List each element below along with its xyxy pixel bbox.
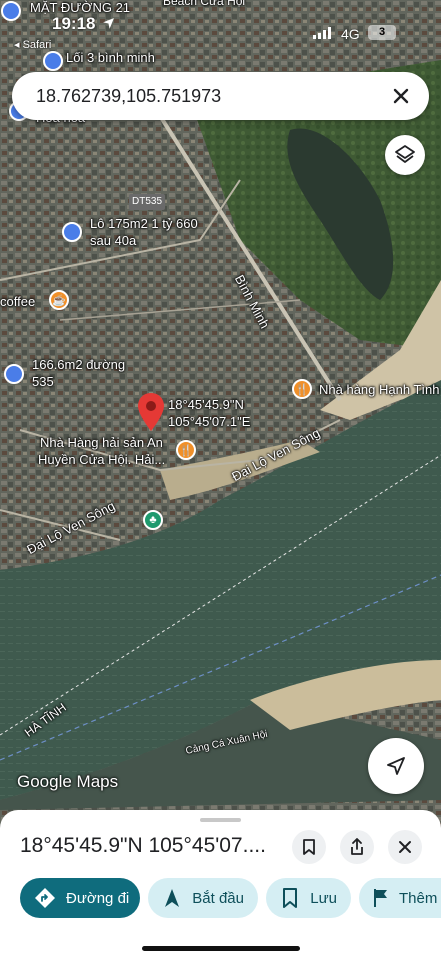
poi-label-lo175-line2[interactable]: sau 40a — [90, 233, 136, 249]
status-bar: 19:18 ◂ Safari 4G 3 — [0, 0, 441, 51]
poi-label-coffee[interactable]: coffee — [0, 294, 35, 310]
poi-label-166[interactable]: 166.6m2 đường — [32, 357, 125, 373]
coffee-cup-icon[interactable]: ☕ — [49, 290, 69, 310]
location-arrow-icon — [103, 18, 114, 29]
more-button[interactable]: Thêm — [359, 878, 441, 918]
drag-handle[interactable] — [200, 818, 241, 822]
place-bottom-sheet[interactable]: 18°45'45.9"N 105°45'07.... Đường đi Bắt … — [0, 810, 441, 960]
poi-label-nha-hang-hanh[interactable]: Nhà hàng Hạnh Tình — [319, 382, 439, 398]
pin-coord-lng: 105°45'07.1"E — [168, 414, 251, 429]
poi-label-nha-hang-an-line2[interactable]: Huyền Cửa Hội. Hải... — [38, 452, 165, 468]
signal-bars-icon — [313, 27, 333, 42]
road-label-dt535: DT535 — [129, 194, 166, 210]
place-title: 18°45'45.9"N 105°45'07.... — [20, 834, 266, 857]
poi-pin-icon[interactable] — [4, 364, 24, 384]
poi-pin-icon[interactable] — [62, 222, 82, 242]
google-maps-attribution: Google Maps — [17, 772, 119, 791]
pin-coord-lat: 18°45'45.9"N — [168, 397, 244, 412]
share-icon — [351, 838, 363, 855]
more-label: Thêm — [399, 889, 438, 907]
save-bookmark-button[interactable] — [292, 830, 326, 864]
poi-label-nha-hang-an[interactable]: Nhà Hàng hải sản An — [40, 435, 163, 451]
layers-button[interactable] — [385, 135, 425, 175]
navigation-arrow-icon — [162, 887, 182, 909]
bookmark-icon — [280, 887, 300, 909]
save-button[interactable]: Lưu — [266, 878, 351, 918]
start-button[interactable]: Bắt đầu — [148, 878, 258, 918]
bookmark-icon — [303, 839, 315, 855]
poi-pin-icon[interactable] — [43, 51, 63, 71]
battery-icon: 3 — [368, 25, 396, 40]
start-label: Bắt đầu — [192, 889, 244, 907]
park-icon[interactable]: ♣ — [143, 510, 163, 530]
search-bar[interactable]: 18.762739,105.751973 — [12, 72, 429, 120]
save-label: Lưu — [310, 889, 337, 907]
dropped-pin-icon[interactable] — [138, 393, 164, 431]
directions-icon — [34, 887, 56, 909]
restaurant-fork-icon[interactable]: 🍴 — [292, 379, 312, 399]
share-button[interactable] — [340, 830, 374, 864]
poi-label-lo175[interactable]: Lô 175m2 1 tỷ 660 — [90, 216, 198, 232]
network-type: 4G — [341, 26, 360, 42]
directions-label: Đường đi — [66, 889, 130, 907]
back-to-safari-link[interactable]: ◂ Safari — [14, 38, 51, 51]
restaurant-fork-icon[interactable]: 🍴 — [176, 440, 196, 460]
poi-label-166-line2[interactable]: 535 — [32, 374, 54, 390]
close-icon[interactable] — [387, 82, 415, 110]
close-sheet-button[interactable] — [388, 830, 422, 864]
status-time: 19:18 — [52, 14, 96, 33]
poi-label-loi3[interactable]: Lối 3 bình minh — [66, 50, 155, 66]
flag-icon — [373, 887, 389, 909]
directions-button[interactable]: Đường đi — [20, 878, 140, 918]
close-icon — [399, 841, 411, 853]
search-query[interactable]: 18.762739,105.751973 — [36, 86, 221, 107]
home-indicator[interactable] — [142, 946, 300, 951]
navigation-arrow-icon — [387, 757, 405, 775]
my-location-button[interactable] — [368, 738, 424, 794]
layers-icon — [395, 145, 415, 163]
